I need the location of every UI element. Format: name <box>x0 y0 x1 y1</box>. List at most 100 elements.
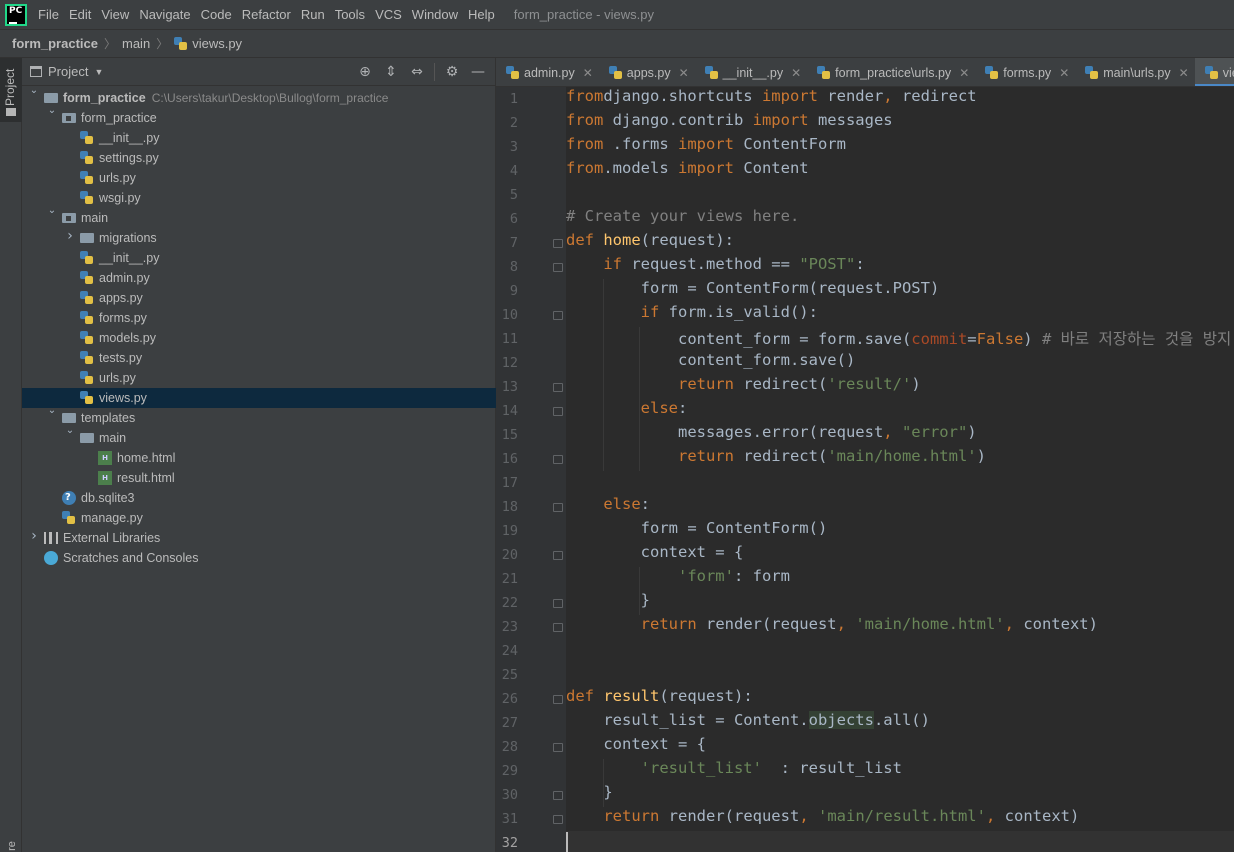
project-panel-title[interactable]: Project <box>48 64 88 79</box>
tree-item[interactable]: › migrations <box>22 228 496 248</box>
gear-icon[interactable]: ⚙ <box>443 63 461 81</box>
chevron-down-icon[interactable]: ⌄ <box>46 205 58 216</box>
menu-item-refactor[interactable]: Refactor <box>237 0 296 29</box>
fold-marker-icon[interactable] <box>553 599 563 608</box>
tree-item[interactable]: ⌄ main <box>22 205 496 228</box>
close-icon[interactable]: ✕ <box>1059 66 1069 80</box>
close-icon[interactable]: ✕ <box>583 66 593 80</box>
breadcrumb-project[interactable]: form_practice <box>12 36 98 51</box>
tree-item[interactable]: manage.py <box>22 508 496 528</box>
tree-item-label: home.html <box>117 448 175 468</box>
code-token: # 바로 저장하는 것을 방지 <box>1032 330 1232 348</box>
editor-tab[interactable]: form_practice\urls.py ✕ <box>807 58 975 86</box>
tree-item-path: C:\Users\takur\Desktop\Bullog\form_pract… <box>151 91 389 105</box>
tree-item[interactable]: forms.py <box>22 308 496 328</box>
hide-icon[interactable]: — <box>469 63 487 81</box>
tree-item[interactable]: Hresult.html <box>22 468 496 488</box>
breadcrumb-folder[interactable]: main <box>122 36 150 51</box>
menu-item-help[interactable]: Help <box>463 0 500 29</box>
tree-item[interactable]: admin.py <box>22 268 496 288</box>
menu-item-window[interactable]: Window <box>407 0 463 29</box>
code-token: } <box>566 783 613 801</box>
code-token: home <box>603 231 641 249</box>
tree-item[interactable]: ⌄ form_practice <box>22 105 496 128</box>
chevron-down-icon[interactable]: ⌄ <box>46 105 58 116</box>
editor-tab[interactable]: __init__.py ✕ <box>695 58 808 86</box>
tree-item[interactable]: __init__.py <box>22 248 496 268</box>
breadcrumb-file[interactable]: views.py <box>192 36 242 51</box>
fold-marker-icon[interactable] <box>553 623 563 632</box>
structure-stripe-label[interactable]: re <box>6 841 18 851</box>
tree-item[interactable]: urls.py <box>22 368 496 388</box>
line-number: 18 <box>501 499 518 515</box>
editor-tab[interactable]: main\urls.py ✕ <box>1075 58 1194 86</box>
tree-item[interactable]: __init__.py <box>22 128 496 148</box>
menu-item-tools[interactable]: Tools <box>330 0 370 29</box>
chevron-down-icon[interactable]: ⌄ <box>46 405 58 416</box>
fold-marker-icon[interactable] <box>553 407 563 416</box>
code-area[interactable]: fromdjango.shortcuts import render, redi… <box>566 87 1234 852</box>
tree-item[interactable]: apps.py <box>22 288 496 308</box>
close-icon[interactable]: ✕ <box>679 66 689 80</box>
editor-tab[interactable]: forms.py ✕ <box>975 58 1075 86</box>
tree-item[interactable]: wsgi.py <box>22 188 496 208</box>
tree-item[interactable]: ⌄ main <box>22 425 496 448</box>
tree-item[interactable]: settings.py <box>22 148 496 168</box>
menu-item-code[interactable]: Code <box>196 0 237 29</box>
indent-guide <box>639 567 640 615</box>
line-number: 4 <box>509 163 518 179</box>
fold-marker-icon[interactable] <box>553 503 563 512</box>
menu-item-navigate[interactable]: Navigate <box>134 0 195 29</box>
chevron-right-icon[interactable]: › <box>64 228 76 244</box>
chevron-right-icon[interactable]: › <box>28 528 40 544</box>
menu-item-file[interactable]: File <box>33 0 64 29</box>
fold-marker-icon[interactable] <box>553 239 563 248</box>
editor-tab[interactable]: apps.py ✕ <box>599 58 695 86</box>
tree-item[interactable]: Hhome.html <box>22 448 496 468</box>
code-token: 'main/home.html' <box>855 615 1005 633</box>
fold-marker-icon[interactable] <box>553 311 563 320</box>
close-icon[interactable]: ✕ <box>791 66 801 80</box>
menu-item-run[interactable]: Run <box>296 0 330 29</box>
fold-marker-icon[interactable] <box>553 551 563 560</box>
code-token: import <box>677 159 734 177</box>
editor-tab[interactable]: views.py <box>1194 58 1234 86</box>
menu-item-edit[interactable]: Edit <box>64 0 96 29</box>
collapse-all-icon[interactable]: ⇔ <box>408 63 426 81</box>
tree-item[interactable]: urls.py <box>22 168 496 188</box>
tree-item[interactable]: db.sqlite3 <box>22 488 496 508</box>
fold-marker-icon[interactable] <box>553 791 563 800</box>
locate-icon[interactable]: ⊕ <box>356 63 374 81</box>
code-token: ) <box>967 423 977 441</box>
tree-item[interactable]: ⌄ form_practice C:\Users\takur\Desktop\Bul… <box>22 85 496 108</box>
tree-item-label: apps.py <box>99 288 143 308</box>
dropdown-caret-icon[interactable]: ▼ <box>94 67 103 77</box>
close-icon[interactable]: ✕ <box>1179 66 1189 80</box>
fold-marker-icon[interactable] <box>553 383 563 392</box>
tree-item[interactable]: tests.py <box>22 348 496 368</box>
chevron-down-icon[interactable]: ⌄ <box>28 85 40 96</box>
menu-item-vcs[interactable]: VCS <box>370 0 407 29</box>
fold-marker-icon[interactable] <box>553 815 563 824</box>
fold-marker-icon[interactable] <box>553 743 563 752</box>
fold-marker-icon[interactable] <box>553 263 563 272</box>
fold-marker-icon[interactable] <box>553 455 563 464</box>
menu-item-view[interactable]: View <box>96 0 134 29</box>
close-icon[interactable]: ✕ <box>959 66 969 80</box>
scratches-icon <box>44 551 58 565</box>
fold-marker-icon[interactable] <box>553 695 563 704</box>
tree-item-name: form_practice <box>63 91 146 105</box>
tree-item[interactable]: Scratches and Consoles <box>22 548 496 568</box>
line-number: 32 <box>501 835 518 851</box>
tab-label: apps.py <box>626 65 671 80</box>
tree-item[interactable]: views.py <box>22 388 496 408</box>
chevron-down-icon[interactable]: ⌄ <box>64 425 76 436</box>
expand-all-icon[interactable]: ⇕ <box>382 63 400 81</box>
tree-item[interactable]: › External Libraries <box>22 528 496 548</box>
tree-item[interactable]: models.py <box>22 328 496 348</box>
project-tool-window-button[interactable]: Project <box>0 58 22 122</box>
editor-tab[interactable]: admin.py ✕ <box>496 58 599 86</box>
tree-item[interactable]: ⌄ templates <box>22 405 496 428</box>
